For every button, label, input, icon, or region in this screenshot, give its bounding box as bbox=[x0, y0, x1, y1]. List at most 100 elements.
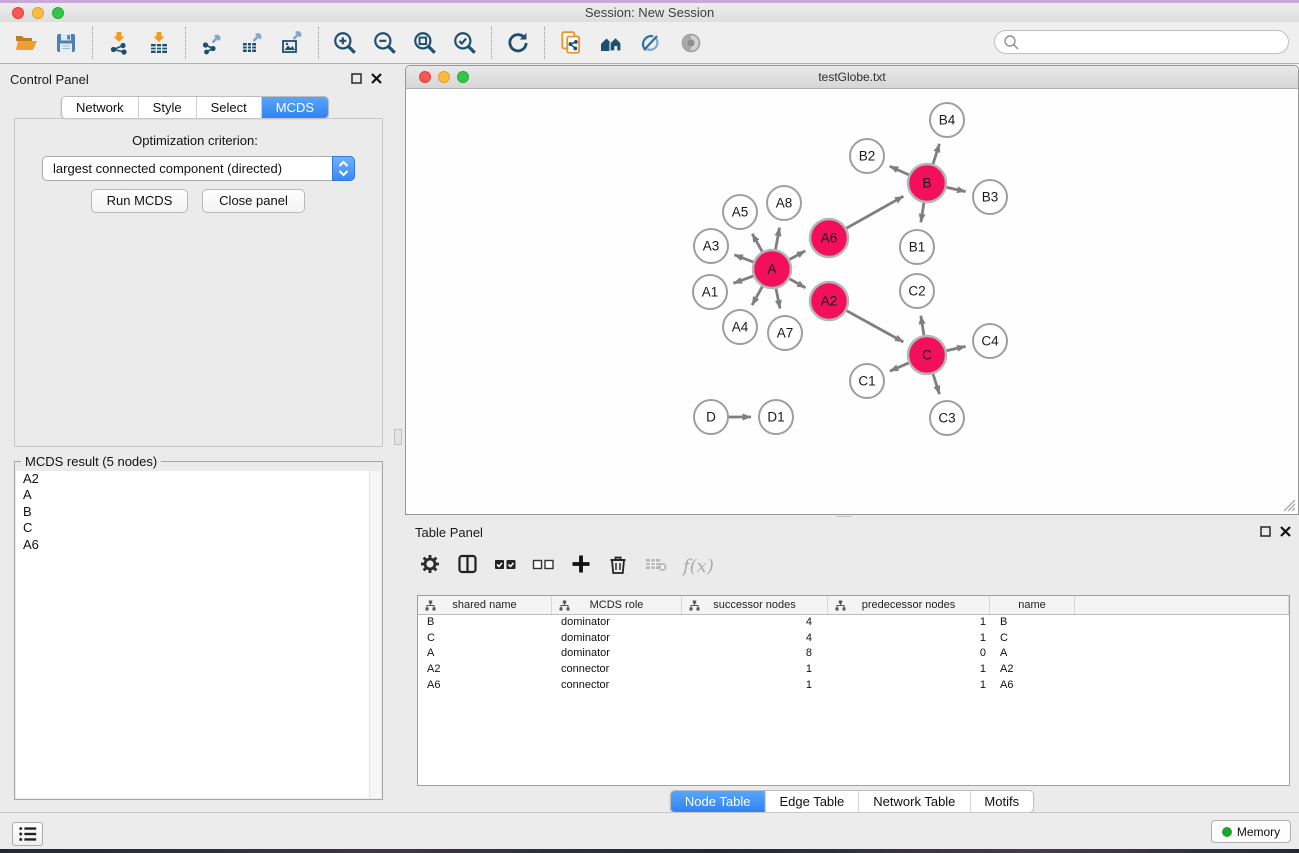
show-graphics-details-button[interactable] bbox=[631, 25, 671, 61]
cell-0[interactable]: A6 bbox=[418, 678, 552, 694]
cell-1[interactable]: dominator bbox=[552, 631, 682, 647]
cell-2[interactable]: 4 bbox=[682, 615, 828, 631]
cell-2[interactable]: 1 bbox=[682, 662, 828, 678]
mcds-result-item[interactable]: C bbox=[16, 520, 381, 536]
cell-3[interactable]: 1 bbox=[828, 631, 990, 647]
cell-1[interactable]: connector bbox=[552, 678, 682, 694]
edge-C-C4[interactable] bbox=[945, 346, 966, 351]
zoom-in-button[interactable] bbox=[325, 25, 365, 61]
edge-A-A2[interactable] bbox=[788, 278, 806, 288]
optimization-criterion-dropdown[interactable]: largest connected component (directed) bbox=[42, 156, 355, 181]
delete-row-button[interactable] bbox=[607, 553, 629, 580]
cell-3[interactable]: 1 bbox=[828, 662, 990, 678]
cell-1[interactable]: dominator bbox=[552, 646, 682, 662]
edge-B-B3[interactable] bbox=[945, 187, 966, 192]
cell-4[interactable]: A2 bbox=[990, 662, 1075, 678]
edge-A-A5[interactable] bbox=[752, 234, 763, 254]
select-all-button[interactable] bbox=[494, 553, 517, 580]
add-row-button[interactable] bbox=[570, 553, 592, 580]
zoom-out-button[interactable] bbox=[365, 25, 405, 61]
mcds-result-item[interactable]: A2 bbox=[16, 471, 381, 487]
node-table[interactable]: shared nameMCDS rolesuccessor nodesprede… bbox=[417, 595, 1290, 786]
import-table-button[interactable] bbox=[139, 25, 179, 61]
close-panel-button[interactable]: Close panel bbox=[202, 189, 305, 213]
cell-2[interactable]: 1 bbox=[682, 678, 828, 694]
cell-0[interactable]: B bbox=[418, 615, 552, 631]
memory-button[interactable]: Memory bbox=[1211, 820, 1291, 843]
close-panel-icon[interactable] bbox=[1280, 526, 1291, 537]
tab-network-table[interactable]: Network Table bbox=[859, 791, 970, 812]
cell-1[interactable]: connector bbox=[552, 662, 682, 678]
edge-C-C2[interactable] bbox=[921, 316, 924, 338]
export-network-button[interactable] bbox=[192, 25, 232, 61]
table-row[interactable]: A6connector11A6 bbox=[418, 678, 1289, 694]
export-image-button[interactable] bbox=[272, 25, 312, 61]
zoom-selected-button[interactable] bbox=[445, 25, 485, 61]
table-row[interactable]: Cdominator41C bbox=[418, 631, 1289, 647]
search-input[interactable] bbox=[1020, 32, 1288, 52]
first-neighbors-button[interactable] bbox=[591, 25, 631, 61]
show-columns-button[interactable] bbox=[456, 553, 479, 580]
close-panel-icon[interactable] bbox=[371, 73, 382, 84]
table-row[interactable]: A2connector11A2 bbox=[418, 662, 1289, 678]
new-network-from-selection-button[interactable] bbox=[551, 25, 591, 61]
network-window-titlebar[interactable]: testGlobe.txt bbox=[406, 66, 1298, 89]
column-header-shared-name[interactable]: shared name bbox=[418, 596, 552, 614]
cell-0[interactable]: C bbox=[418, 631, 552, 647]
table-row[interactable]: Adominator80A bbox=[418, 646, 1289, 662]
float-panel-icon[interactable] bbox=[1260, 526, 1271, 537]
cell-3[interactable]: 0 bbox=[828, 646, 990, 662]
import-network-button[interactable] bbox=[99, 25, 139, 61]
edge-A-A7[interactable] bbox=[776, 287, 780, 309]
dropdown-stepper[interactable] bbox=[332, 156, 355, 181]
cell-0[interactable]: A2 bbox=[418, 662, 552, 678]
settings-gear-button[interactable] bbox=[419, 553, 441, 580]
edge-C-C3[interactable] bbox=[932, 372, 939, 394]
export-table-button[interactable] bbox=[232, 25, 272, 61]
eye-button[interactable] bbox=[671, 25, 711, 61]
tab-motifs[interactable]: Motifs bbox=[970, 791, 1033, 812]
cell-0[interactable]: A bbox=[418, 646, 552, 662]
tab-style[interactable]: Style bbox=[139, 97, 197, 118]
edge-B-B1[interactable] bbox=[921, 201, 924, 223]
deselect-all-button[interactable] bbox=[532, 553, 555, 580]
tab-mcds[interactable]: MCDS bbox=[262, 97, 328, 118]
edge-B-B2[interactable] bbox=[890, 166, 911, 175]
cell-3[interactable]: 1 bbox=[828, 615, 990, 631]
save-session-button[interactable] bbox=[46, 25, 86, 61]
function-builder-button[interactable]: f(x) bbox=[683, 556, 714, 577]
resize-grip-icon[interactable] bbox=[1283, 499, 1296, 512]
cell-4[interactable]: A6 bbox=[990, 678, 1075, 694]
zoom-fit-button[interactable] bbox=[405, 25, 445, 61]
edge-A6-B[interactable] bbox=[845, 196, 904, 229]
edge-A2-C[interactable] bbox=[845, 310, 904, 342]
cell-2[interactable]: 8 bbox=[682, 646, 828, 662]
refresh-button[interactable] bbox=[498, 25, 538, 61]
open-file-button[interactable] bbox=[6, 25, 46, 61]
cell-4[interactable]: C bbox=[990, 631, 1075, 647]
edge-A-A4[interactable] bbox=[752, 285, 763, 305]
table-row[interactable]: Bdominator41B bbox=[418, 615, 1289, 631]
mcds-result-item[interactable]: A6 bbox=[16, 537, 381, 553]
run-mcds-button[interactable]: Run MCDS bbox=[91, 189, 188, 213]
edge-C-C1[interactable] bbox=[890, 362, 911, 371]
column-header-predecessor-nodes[interactable]: predecessor nodes bbox=[828, 596, 990, 614]
splitter-handle-vertical[interactable] bbox=[394, 429, 402, 445]
edge-A-A6[interactable] bbox=[788, 251, 805, 261]
network-graph[interactable]: AA1A2A3A4A5A6A7A8BB1B2B3B4CC1C2C3C4DD1 bbox=[406, 89, 1298, 514]
tab-network[interactable]: Network bbox=[62, 97, 139, 118]
tab-node-table[interactable]: Node Table bbox=[671, 791, 766, 812]
edge-B-B4[interactable] bbox=[932, 144, 939, 166]
edge-A-A8[interactable] bbox=[775, 228, 779, 252]
edge-A-A1[interactable] bbox=[733, 275, 755, 283]
edge-A-A3[interactable] bbox=[734, 255, 755, 263]
column-header-mcds-role[interactable]: MCDS role bbox=[552, 596, 682, 614]
cell-4[interactable]: A bbox=[990, 646, 1075, 662]
mcds-result-item[interactable]: A bbox=[16, 487, 381, 503]
network-canvas[interactable]: AA1A2A3A4A5A6A7A8BB1B2B3B4CC1C2C3C4DD1 bbox=[406, 89, 1298, 514]
task-history-button[interactable] bbox=[12, 822, 43, 846]
column-header-name[interactable]: name bbox=[990, 596, 1075, 614]
mcds-result-item[interactable]: B bbox=[16, 504, 381, 520]
result-scrollbar[interactable] bbox=[369, 471, 381, 798]
delete-table-button[interactable] bbox=[644, 554, 668, 579]
